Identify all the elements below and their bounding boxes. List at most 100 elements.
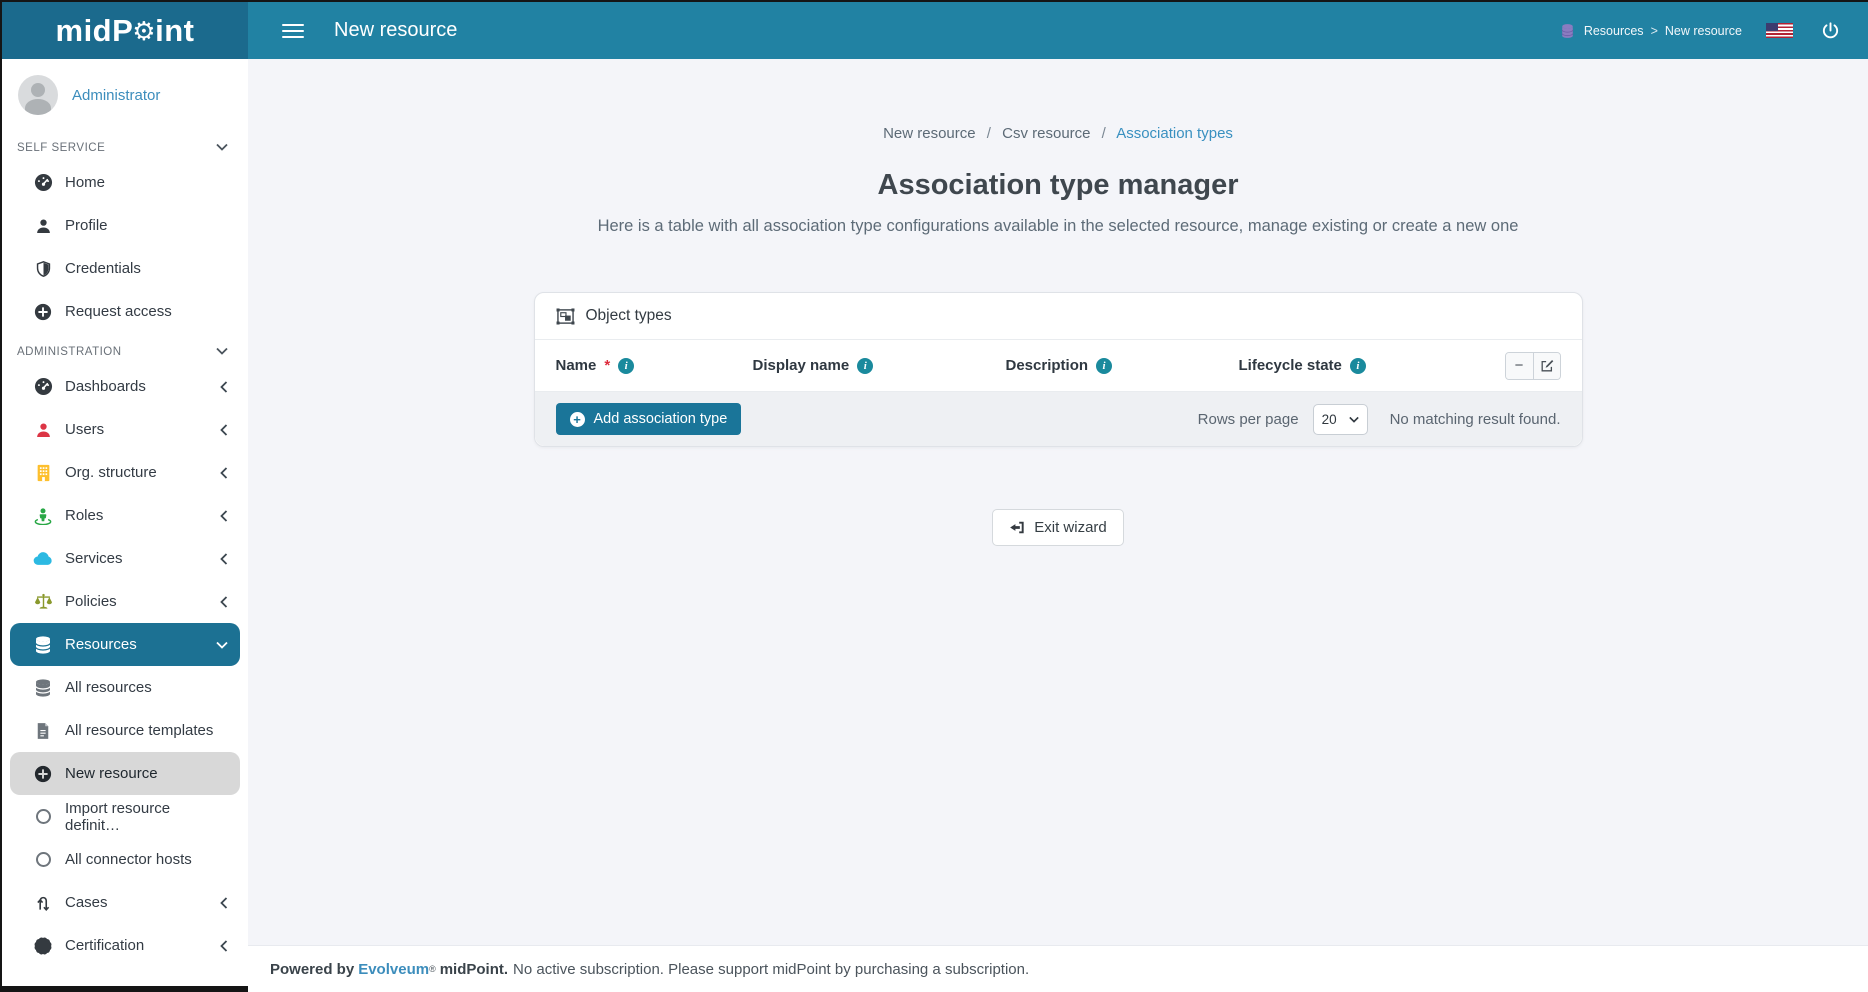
breadcrumb-new-resource[interactable]: New resource [883,125,976,142]
sidebar-item-all-connector-hosts[interactable]: All connector hosts [2,838,248,881]
sidebar-item-new-resource[interactable]: New resource [10,752,240,795]
sidebar-item-profile[interactable]: Profile [2,204,248,247]
circle-outline-icon [32,809,54,824]
breadcrumb-separator: / [1102,125,1106,142]
evolveum-link[interactable]: Evolveum [358,961,429,978]
info-icon[interactable]: i [618,358,634,374]
sidebar-item-label: All resources [65,679,152,696]
street-view-icon [32,507,54,525]
exit-icon [1009,520,1025,535]
chevron-down-icon [216,641,228,649]
edit-columns-button[interactable] [1533,353,1560,379]
logout-power-icon[interactable] [1821,21,1840,40]
chevron-left-icon [220,510,228,522]
sidebar-item-home[interactable]: Home [2,161,248,204]
sidebar-item-dashboards[interactable]: Dashboards [2,365,248,408]
sidebar-item-label: Home [65,174,105,191]
sidebar-item-certification[interactable]: Certification [2,924,248,967]
powered-by-text: Powered by [270,961,354,978]
sidebar-item-label: Users [65,421,104,438]
brand-suffix: midPoint. [440,961,508,978]
sidebar-item-import-resource-definition[interactable]: Import resource definit… [2,795,248,838]
page-subtitle: Here is a table with all association typ… [248,217,1868,236]
page-title: Association type manager [248,169,1868,202]
top-breadcrumb-resources[interactable]: Resources [1584,24,1644,38]
section-administration[interactable]: ADMINISTRATION [2,333,248,365]
empty-result-message: No matching result found. [1390,411,1561,428]
object-group-icon [556,308,575,325]
sidebar-item-all-resources[interactable]: All resources [2,666,248,709]
object-types-card: Object types Name * i Display name i Des… [534,292,1583,447]
gauge-icon [32,173,54,192]
breadcrumb-association-types[interactable]: Association types [1116,125,1233,142]
sidebar-item-label: Request access [65,303,172,320]
sidebar-item-all-resource-templates[interactable]: All resource templates [2,709,248,752]
chevron-left-icon [220,424,228,436]
plus-circle-icon [32,303,54,321]
top-breadcrumb-new-resource[interactable]: New resource [1665,24,1742,38]
sidebar-item-policies[interactable]: Policies [2,580,248,623]
collapse-column-button[interactable]: − [1506,353,1533,379]
add-association-type-button[interactable]: + Add association type [556,403,742,435]
info-icon[interactable]: i [1350,358,1366,374]
table-header-row: Name * i Display name i Description i Li… [535,340,1582,392]
chevron-left-icon [220,940,228,952]
user-name-link[interactable]: Administrator [72,87,160,104]
locale-flag-icon[interactable] [1766,23,1793,38]
breadcrumb-separator: > [1651,24,1658,38]
database-icon [32,636,54,654]
chevron-left-icon [220,381,228,393]
card-header: Object types [535,293,1582,340]
user-panel: Administrator [2,59,248,129]
case-arrows-icon [32,894,54,912]
column-description: Description i [1006,357,1239,374]
info-icon[interactable]: i [857,358,873,374]
minus-icon: − [1515,357,1524,374]
section-self-service[interactable]: SELF SERVICE [2,129,248,161]
shield-icon [32,260,54,278]
menu-toggle-icon[interactable] [282,24,304,38]
database-gray-icon [32,679,54,697]
app-logo[interactable]: midP⚙int [2,2,248,59]
sidebar-item-org-structure[interactable]: Org. structure [2,451,248,494]
sidebar-item-services[interactable]: Services [2,537,248,580]
chevron-down-icon [216,346,228,358]
chevron-left-icon [220,467,228,479]
scales-icon [32,593,54,610]
top-bar: midP⚙int New resource Resources > New re… [2,2,1868,59]
info-icon[interactable]: i [1096,358,1112,374]
sidebar-item-label: All connector hosts [65,851,192,868]
sidebar-item-label: Policies [65,593,117,610]
column-name: Name * i [556,357,753,374]
user-avatar[interactable] [18,75,58,115]
rows-per-page-select[interactable]: 20 [1313,404,1368,435]
sidebar-item-label: Cases [65,894,108,911]
seal-icon [32,938,54,954]
plus-circle-icon [32,765,54,783]
card-title: Object types [586,307,672,325]
sidebar-item-roles[interactable]: Roles [2,494,248,537]
section-label: ADMINISTRATION [17,346,122,358]
exit-wizard-button[interactable]: Exit wizard [992,509,1124,546]
sidebar-item-label: Import resource definit… [65,800,228,834]
chevron-left-icon [220,897,228,909]
navbar-right: Resources > New resource [1561,21,1868,40]
sidebar-item-request-access[interactable]: Request access [2,290,248,333]
logo-text-post: int [155,13,194,49]
exit-button-label: Exit wizard [1034,519,1107,536]
midpoint-app: midP⚙int New resource Resources > New re… [2,2,1868,992]
breadcrumb-csv-resource[interactable]: Csv resource [1002,125,1090,142]
chevron-left-icon [220,553,228,565]
sidebar-item-label: Roles [65,507,103,524]
top-breadcrumb: Resources > New resource [1584,24,1742,38]
sidebar-item-cases[interactable]: Cases [2,881,248,924]
column-display-name: Display name i [753,357,1006,374]
chevron-left-icon [220,596,228,608]
sidebar-item-credentials[interactable]: Credentials [2,247,248,290]
sidebar-item-resources[interactable]: Resources [10,623,240,666]
logo-text-pre: midP [56,13,134,49]
user-icon [32,217,54,235]
sidebar-item-users[interactable]: Users [2,408,248,451]
required-marker: * [604,357,610,374]
circle-outline-icon [32,852,54,867]
